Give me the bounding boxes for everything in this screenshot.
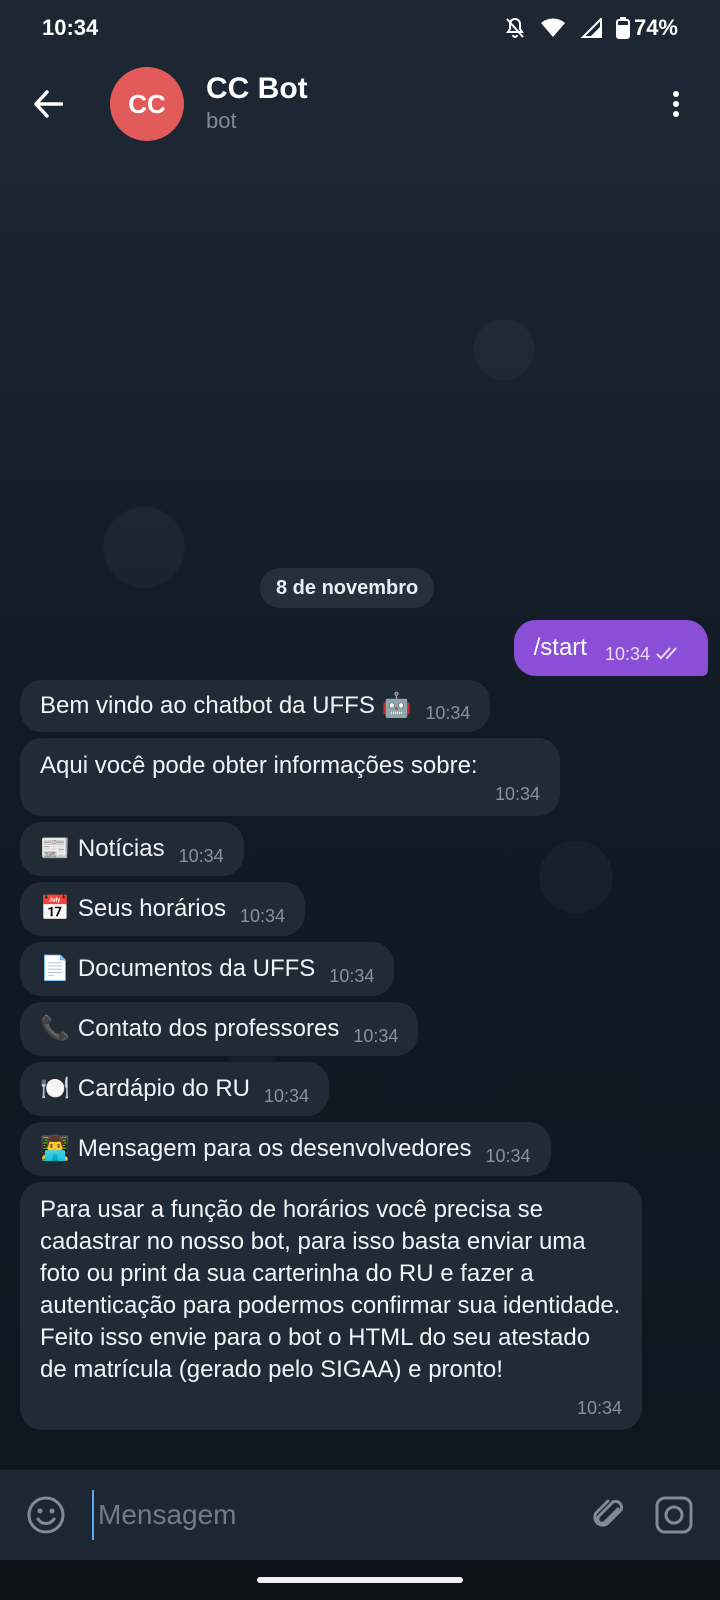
- message-time: 10:34: [604, 643, 650, 664]
- message-input[interactable]: [92, 1490, 578, 1540]
- incoming-message[interactable]: 📰 Notícias 10:34: [20, 822, 244, 876]
- technologist-icon: 👨‍💻: [40, 1135, 70, 1162]
- incoming-message[interactable]: 📄 Documentos da UFFS 10:34: [20, 942, 395, 996]
- wifi-icon: [540, 18, 566, 38]
- phone-icon: 📞: [40, 1015, 70, 1042]
- battery-icon: 74%: [615, 15, 678, 41]
- signal-icon: [580, 18, 602, 38]
- back-button[interactable]: [0, 56, 96, 152]
- message-composer: [0, 1470, 720, 1560]
- camera-button[interactable]: [642, 1483, 706, 1547]
- message-time: 10:34: [178, 846, 224, 866]
- arrow-left-icon: [34, 90, 63, 118]
- incoming-message[interactable]: Aqui você pode obter informações sobre: …: [20, 738, 560, 816]
- emoji-button[interactable]: [14, 1483, 78, 1547]
- message-time: 10:34: [425, 703, 471, 723]
- message-time: 10:34: [494, 784, 540, 804]
- plate-icon: 🍽️: [40, 1075, 70, 1102]
- home-gesture-handle[interactable]: [257, 1577, 463, 1583]
- status-bar: 10:34 74%: [0, 0, 720, 56]
- message-time: 10:34: [239, 906, 286, 926]
- message-time: 10:34: [329, 966, 375, 986]
- battery-percent: 74%: [633, 15, 678, 40]
- message-text: Documentos da UFFS: [77, 955, 316, 982]
- message-text: Aqui você pode obter informações sobre:: [40, 752, 478, 779]
- chat-title-block[interactable]: CC Bot bot: [206, 72, 644, 136]
- more-options-button[interactable]: [644, 56, 708, 152]
- message-time: 10:34: [576, 1398, 622, 1418]
- chat-title: CC Bot: [206, 72, 308, 105]
- incoming-message[interactable]: 🍽️ Cardápio do RU 10:34: [20, 1062, 330, 1116]
- chat-subtitle: bot: [206, 108, 237, 133]
- outgoing-message[interactable]: /start 10:34: [513, 620, 708, 676]
- bell-off-icon: [504, 16, 526, 40]
- message-text: Para usar a função de horários você prec…: [40, 1196, 621, 1383]
- incoming-message[interactable]: 📞 Contato dos professores 10:34: [20, 1002, 419, 1056]
- paperclip-icon: [593, 1499, 624, 1527]
- more-vertical-icon: [673, 91, 679, 117]
- message-text: Notícias: [77, 835, 165, 862]
- document-icon: 📄: [40, 955, 70, 982]
- incoming-message[interactable]: 📅 Seus horários 10:34: [20, 882, 306, 936]
- incoming-message[interactable]: Para usar a função de horários você prec…: [20, 1182, 642, 1430]
- system-nav-bar: [0, 1560, 720, 1600]
- date-separator: 8 de novembro: [260, 568, 435, 608]
- status-time: 10:34: [42, 15, 99, 40]
- incoming-message[interactable]: 👨‍💻 Mensagem para os desenvolvedores 10:…: [20, 1122, 551, 1176]
- incoming-message[interactable]: Bem vindo ao chatbot da UFFS 🤖 10:34: [20, 680, 491, 732]
- status-icons: 74%: [504, 15, 678, 41]
- chat-area[interactable]: 8 de novembro /start 10:34 Bem vindo ao …: [0, 152, 720, 1470]
- message-time: 10:34: [263, 1086, 310, 1106]
- avatar[interactable]: CC: [110, 67, 184, 141]
- read-receipt-icon: [656, 639, 684, 667]
- calendar-icon: 📅: [40, 895, 70, 922]
- message-text: Contato dos professores: [77, 1015, 340, 1042]
- message-text: Bem vindo ao chatbot da UFFS 🤖: [40, 692, 412, 719]
- attach-button[interactable]: [578, 1483, 642, 1547]
- message-text: Mensagem para os desenvolvedores: [77, 1135, 472, 1162]
- camera-icon: [655, 1496, 693, 1534]
- newspaper-icon: 📰: [40, 835, 70, 862]
- message-time: 10:34: [485, 1146, 531, 1166]
- message-text: /start: [533, 634, 587, 661]
- message-text: Seus horários: [77, 895, 226, 922]
- smiley-icon: [27, 1496, 65, 1534]
- message-text: Cardápio do RU: [77, 1075, 250, 1102]
- message-time: 10:34: [353, 1026, 399, 1046]
- chat-header: CC CC Bot bot: [0, 56, 720, 152]
